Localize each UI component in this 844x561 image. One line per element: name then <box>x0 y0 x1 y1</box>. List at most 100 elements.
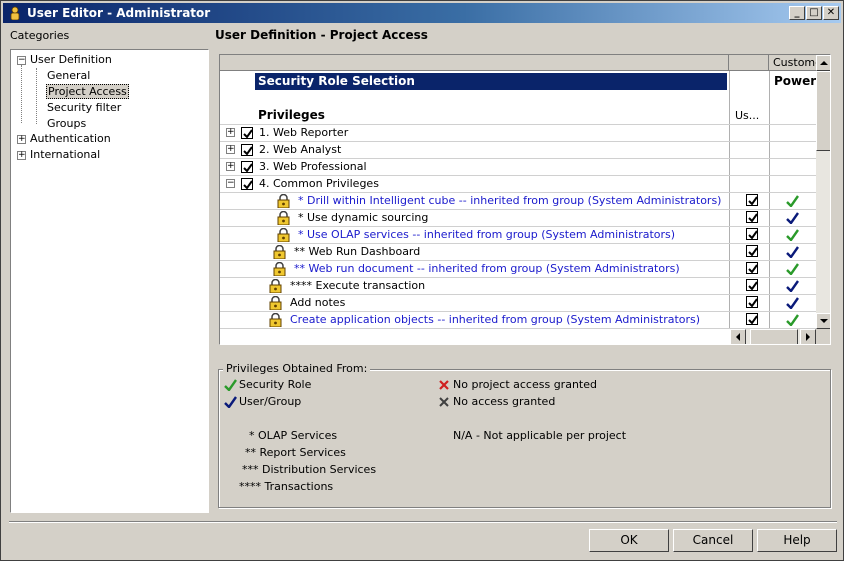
red-x-icon <box>439 380 449 390</box>
lock-icon <box>269 279 282 293</box>
group-checkbox[interactable] <box>241 127 253 139</box>
column-divider <box>769 71 770 329</box>
arrow-left-icon <box>736 333 740 341</box>
categories-tree: − User Definition General Project Access… <box>10 49 209 513</box>
privilege-checkbox[interactable] <box>746 245 758 257</box>
tree-item-project-access-label: Project Access <box>46 84 129 99</box>
collapse-icon[interactable]: − <box>17 56 26 65</box>
green-check-icon <box>786 195 799 207</box>
user-editor-window: User Editor - Administrator _ □ ✕ Catego… <box>0 0 844 561</box>
arrow-down-icon <box>820 319 828 323</box>
group-common-privileges[interactable]: 4. Common Privileges <box>259 175 379 192</box>
privilege-checkbox[interactable] <box>746 279 758 291</box>
group-web-professional[interactable]: 3. Web Professional <box>259 158 367 175</box>
tree-item-groups[interactable]: Groups <box>47 116 86 132</box>
legend-report: ** Report Services <box>245 446 346 459</box>
security-role-value[interactable]: Power <box>774 73 816 90</box>
lock-icon <box>273 245 286 259</box>
legend-na: N/A - Not applicable per project <box>453 429 627 442</box>
legend-title: Privileges Obtained From: <box>223 362 371 375</box>
group-checkbox[interactable] <box>241 161 253 173</box>
arrow-up-icon <box>820 61 828 65</box>
window-title: User Editor - Administrator <box>27 6 211 20</box>
green-check-icon <box>786 229 799 241</box>
group-web-analyst[interactable]: 2. Web Analyst <box>259 141 341 158</box>
arrow-right-icon <box>806 333 810 341</box>
lock-icon <box>273 262 286 276</box>
legend-no-project-access: No project access granted <box>453 378 597 391</box>
column-divider <box>729 71 730 329</box>
green-check-icon <box>224 379 237 391</box>
tree-item-security-filter[interactable]: Security filter <box>47 100 121 116</box>
scroll-left-button[interactable] <box>730 329 746 344</box>
legend-distribution: *** Distribution Services <box>242 463 377 476</box>
blue-check-icon <box>786 246 799 258</box>
user-column-header[interactable]: Us... <box>735 107 759 124</box>
horizontal-scrollbar[interactable] <box>730 329 816 344</box>
gray-x-icon <box>439 397 449 407</box>
hscroll-thumb[interactable] <box>750 329 798 344</box>
title-bar[interactable]: User Editor - Administrator _ □ ✕ <box>3 3 841 23</box>
cancel-button[interactable]: Cancel <box>673 529 753 552</box>
help-button[interactable]: Help <box>757 529 837 552</box>
expand-icon[interactable]: + <box>17 151 26 160</box>
privilege-label[interactable]: * Use OLAP services -- inherited from gr… <box>298 226 675 243</box>
scroll-corner <box>816 329 830 344</box>
legend-olap: * OLAP Services <box>249 429 338 442</box>
tree-item-general[interactable]: General <box>47 68 90 84</box>
scroll-right-button[interactable] <box>800 329 816 344</box>
scroll-thumb[interactable] <box>816 71 830 151</box>
privilege-checkbox[interactable] <box>746 211 758 223</box>
maximize-button[interactable]: □ <box>806 6 822 20</box>
ok-button[interactable]: OK <box>589 529 669 552</box>
expand-icon[interactable]: + <box>226 145 235 154</box>
legend-transactions: **** Transactions <box>239 480 334 493</box>
privilege-label[interactable]: **** Execute transaction <box>290 277 425 294</box>
categories-label: Categories <box>10 29 70 42</box>
scroll-down-button[interactable] <box>816 313 830 329</box>
privileges-grid: Custome Security Role Selection Power Pr… <box>219 54 831 345</box>
legend-user-group: User/Group <box>239 395 302 408</box>
tree-item-user-definition[interactable]: User Definition <box>30 52 112 68</box>
user-icon <box>10 6 20 20</box>
blue-check-icon <box>786 280 799 292</box>
privilege-label[interactable]: Add notes <box>290 294 345 311</box>
blue-check-icon <box>786 297 799 309</box>
privilege-label[interactable]: ** Web Run Dashboard <box>294 243 420 260</box>
privileges-header: Privileges <box>258 108 325 122</box>
panel-title: User Definition - Project Access <box>215 28 428 42</box>
privilege-label[interactable]: * Drill within Intelligent cube -- inher… <box>298 192 721 209</box>
privilege-checkbox[interactable] <box>746 228 758 240</box>
privilege-checkbox[interactable] <box>746 296 758 308</box>
collapse-icon[interactable]: − <box>226 179 235 188</box>
privilege-checkbox[interactable] <box>746 194 758 206</box>
group-web-reporter[interactable]: 1. Web Reporter <box>259 124 348 141</box>
close-button[interactable]: ✕ <box>823 6 839 20</box>
security-role-label: Security Role Selection <box>258 74 415 88</box>
lock-icon <box>277 211 290 225</box>
scroll-up-button[interactable] <box>816 55 830 71</box>
tree-item-authentication[interactable]: Authentication <box>30 131 111 147</box>
privilege-label[interactable]: * Use dynamic sourcing <box>298 209 428 226</box>
tree-item-project-access[interactable]: Project Access <box>46 84 129 100</box>
lock-icon <box>277 194 290 208</box>
vertical-scrollbar[interactable] <box>816 55 830 329</box>
grid-header-user <box>729 55 769 71</box>
privilege-label[interactable]: Create application objects -- inherited … <box>290 311 700 328</box>
privilege-checkbox[interactable] <box>746 313 758 325</box>
tree-item-international[interactable]: International <box>30 147 100 163</box>
legend-security-role: Security Role <box>239 378 312 391</box>
column-header-customer[interactable]: Custome <box>769 55 817 71</box>
group-checkbox[interactable] <box>241 178 253 190</box>
privilege-label[interactable]: ** Web run document -- inherited from gr… <box>294 260 680 277</box>
legend-no-access: No access granted <box>453 395 556 408</box>
minimize-button[interactable]: _ <box>789 6 805 20</box>
expand-icon[interactable]: + <box>226 128 235 137</box>
expand-icon[interactable]: + <box>226 162 235 171</box>
expand-icon[interactable]: + <box>17 135 26 144</box>
privilege-checkbox[interactable] <box>746 262 758 274</box>
separator <box>9 521 837 523</box>
lock-icon <box>269 296 282 310</box>
group-checkbox[interactable] <box>241 144 253 156</box>
green-check-icon <box>786 314 799 326</box>
